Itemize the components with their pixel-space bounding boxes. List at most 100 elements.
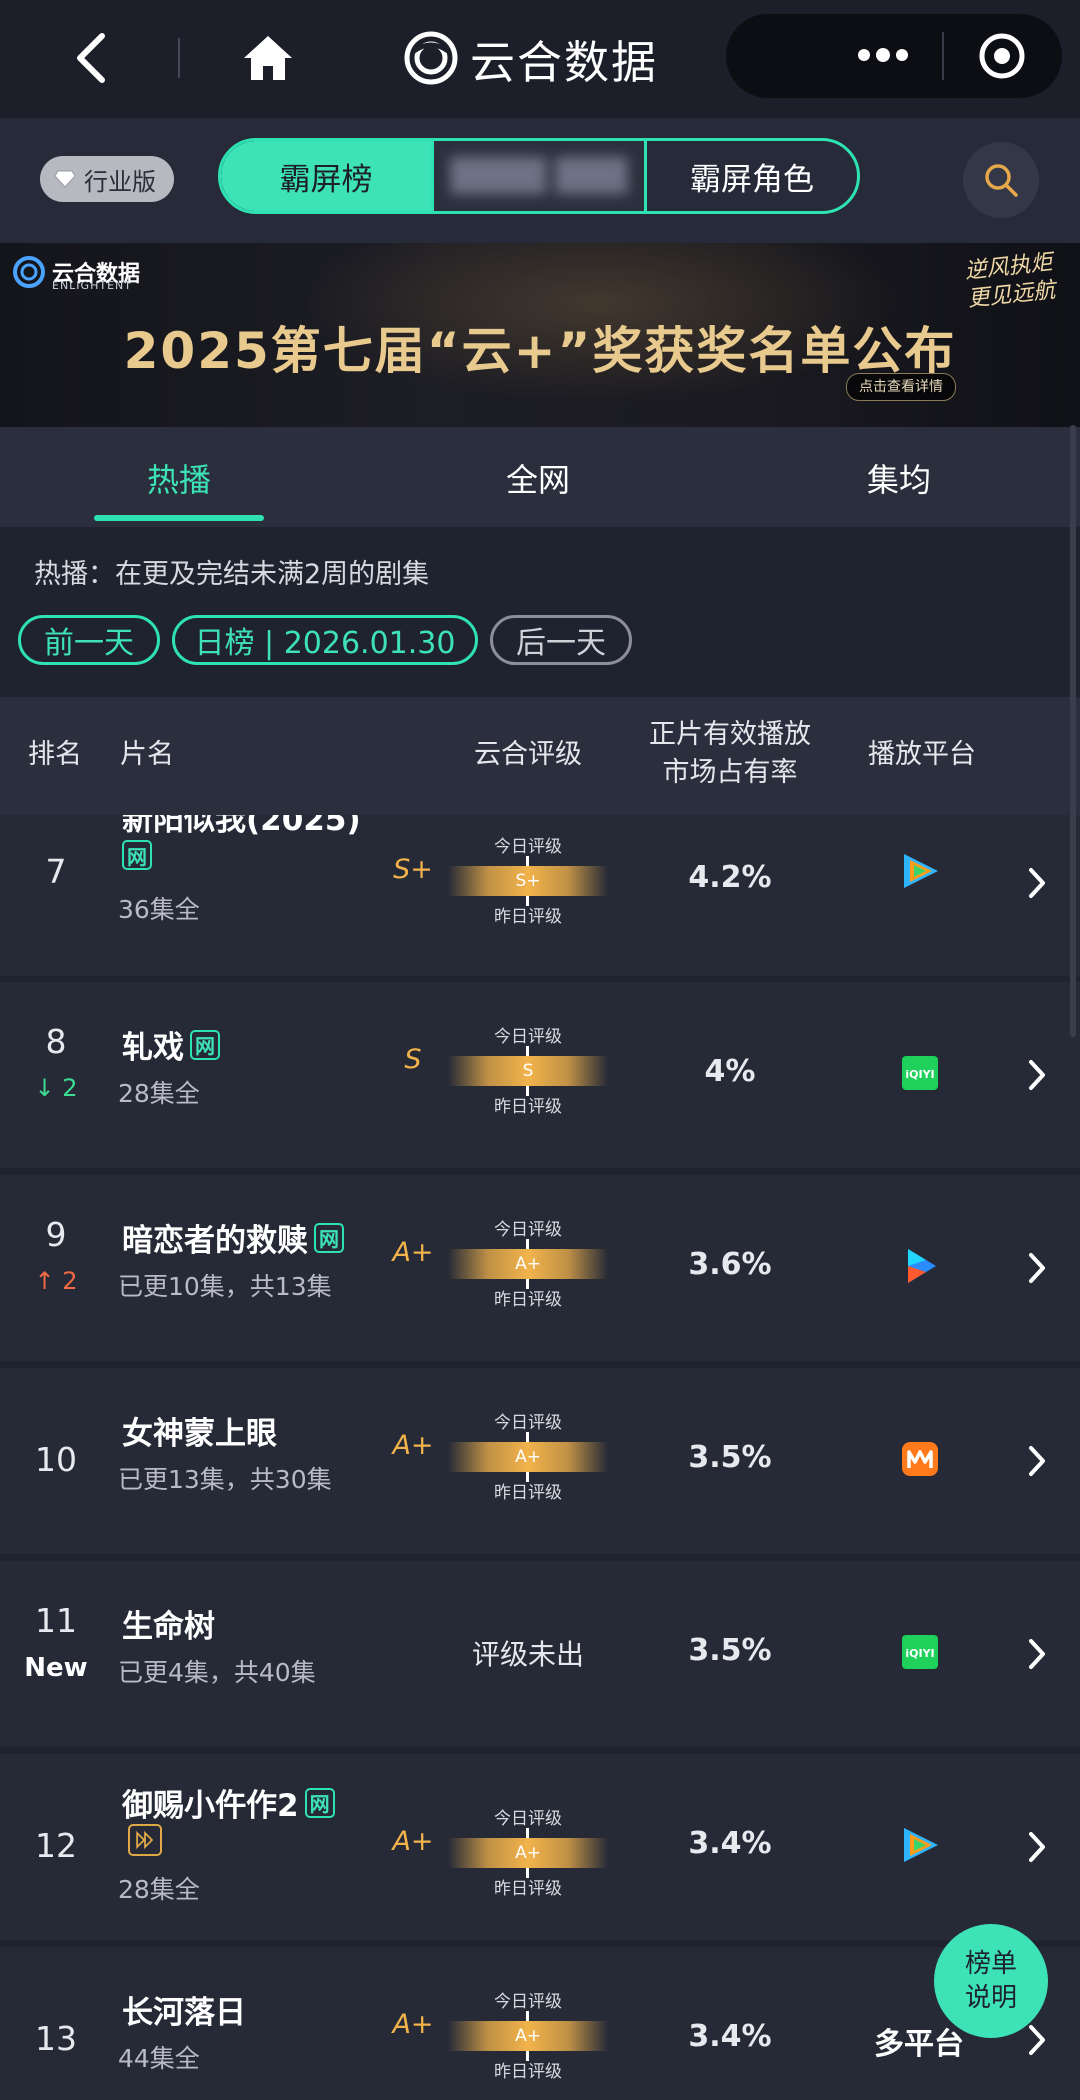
table-header: 排名 片名 云合评级 正片有效播放 市场占有率 播放平台	[0, 697, 1080, 815]
banner-logo: 云合数据 ENLIGHTENT	[12, 255, 140, 292]
close-miniprogram-icon[interactable]	[978, 32, 1026, 80]
ranking-help-button[interactable]: 榜单 说明	[934, 1924, 1048, 2038]
gauge-bar-value: A+	[515, 2026, 541, 2046]
rating-gauge: 今日评级 A+ 昨日评级	[448, 1408, 608, 1508]
table-row[interactable]: 12 御赐小仵作2 网 28集全 A+ 今日评级 A+ 昨日评级 3.4%	[0, 1754, 1080, 1940]
chevron-right-icon[interactable]	[1026, 866, 1048, 900]
rating-gauge: 今日评级 S 昨日评级	[448, 1022, 608, 1122]
gauge-yesterday-label: 昨日评级	[494, 1483, 562, 1503]
header-share-line2: 市场占有率	[662, 757, 798, 788]
youku-icon	[908, 1249, 936, 1283]
episode-status: 已更13集，共30集	[118, 1465, 332, 1494]
market-share: 3.4%	[688, 2019, 772, 2054]
rank-change-up: ↑ 2	[34, 1267, 78, 1295]
show-title-line: 御赐小仵作2 网	[122, 1780, 335, 1825]
market-share: 3.6%	[688, 1247, 772, 1282]
gauge-yesterday-label: 昨日评级	[494, 1290, 562, 1310]
gauge-today-marker	[526, 1432, 529, 1442]
gauge-today-marker	[526, 1046, 529, 1056]
web-drama-badge: 网	[122, 840, 152, 870]
show-title: 生命树	[122, 1609, 215, 1645]
nav-divider	[178, 38, 180, 78]
market-share: 4.2%	[688, 860, 772, 895]
brand-name: 云合数据	[470, 35, 659, 89]
banner-logo-icon	[13, 256, 45, 288]
rating-gauge: 今日评级 A+ 昨日评级	[448, 1987, 608, 2087]
table-row[interactable]: 9 ↑ 2 暗恋者的救赎 网 已更10集，共13集 A+ 今日评级 A+ 昨日评…	[0, 1175, 1080, 1361]
prev-day-button[interactable]: 前一天	[18, 615, 160, 665]
mini-program-capsule	[726, 14, 1062, 98]
scrollbar[interactable]	[1070, 425, 1076, 1037]
show-title-line: 新阳似我(2025)	[122, 815, 361, 839]
more-icon[interactable]	[856, 40, 910, 70]
table-row[interactable]: 11 New 生命树 已更4集，共40集 评级未出 3.5% iQIYI	[0, 1561, 1080, 1747]
show-title-line: 生命树	[122, 1601, 215, 1646]
grade-value: A+	[392, 1430, 434, 1461]
gauge-yesterday-label: 昨日评级	[494, 1097, 562, 1117]
table-row[interactable]: 7 新阳似我(2025) 网 36集全 S+ 今日评级 S+ 昨日评级 4.2%	[0, 815, 1080, 976]
rank-number: 11	[35, 1601, 77, 1640]
chevron-right-icon[interactable]	[1026, 1637, 1048, 1671]
iqiyi-icon: iQIYI	[902, 1056, 938, 1090]
episode-status: 已更10集，共13集	[118, 1272, 332, 1301]
show-badge-line: 网	[122, 840, 152, 870]
show-title: 长河落日	[122, 1995, 246, 2031]
grade-value: A+	[392, 2009, 434, 2040]
chevron-right-icon[interactable]	[1026, 1251, 1048, 1285]
episode-status: 36集全	[118, 895, 200, 924]
episode-status: 28集全	[118, 1079, 200, 1108]
gauge-today-label: 今日评级	[494, 1220, 562, 1240]
svg-text:iQIYI: iQIYI	[905, 1647, 934, 1660]
next-day-button[interactable]: 后一天	[490, 615, 632, 665]
show-title: 轧戏	[122, 1030, 184, 1066]
show-title: 暗恋者的救赎	[122, 1223, 308, 1259]
brand-logo-icon	[404, 31, 458, 85]
date-selector[interactable]: 日榜 | 2026.01.30	[172, 615, 478, 665]
gauge-yesterday-label: 昨日评级	[494, 1879, 562, 1899]
banner-cta[interactable]: 点击查看详情	[846, 373, 956, 401]
episode-status: 44集全	[118, 2044, 200, 2073]
table-row[interactable]: 8 ↓ 2 轧戏 网 28集全 S 今日评级 S 昨日评级 4% iQIYI	[0, 982, 1080, 1168]
gauge-bar-value: A+	[515, 1254, 541, 1274]
segment-screen-roles[interactable]: 霸屏角色	[647, 141, 857, 211]
tencent-video-icon	[904, 1828, 938, 1862]
industry-edition-badge[interactable]: 行业版	[40, 156, 174, 202]
search-button[interactable]	[963, 142, 1039, 218]
chevron-right-icon[interactable]	[1026, 1058, 1048, 1092]
header-rating: 云合评级	[474, 739, 582, 770]
grade-value: A+	[392, 1826, 434, 1857]
web-drama-badge: 网	[304, 1787, 335, 1818]
gauge-bar-value: A+	[515, 1447, 541, 1467]
show-title: 新阳似我(2025)	[122, 815, 361, 838]
chevron-right-icon[interactable]	[1026, 1830, 1048, 1864]
grade-value: S+	[393, 854, 433, 885]
promo-banner[interactable]: 云合数据 ENLIGHTENT 2025第七届“云+”奖获奖名单公布 逆风执炬 …	[0, 243, 1080, 427]
chevron-right-icon[interactable]	[1026, 1444, 1048, 1478]
table-row[interactable]: 10 女神蒙上眼 已更13集，共30集 A+ 今日评级 A+ 昨日评级 3.5%	[0, 1368, 1080, 1554]
rank-new-badge: New	[24, 1653, 88, 1683]
tab-all-network[interactable]: 全网	[506, 455, 570, 501]
chevron-right-icon[interactable]	[1026, 2023, 1048, 2057]
ranking-type-switch: 霸屏榜 ████ ███ 霸屏角色	[218, 138, 860, 214]
tab-indicator	[94, 515, 264, 521]
market-share: 3.4%	[688, 1826, 772, 1861]
gauge-bar-value: S	[522, 1061, 534, 1081]
gauge-yesterday-label: 昨日评级	[494, 2062, 562, 2082]
filter-row: 行业版 霸屏榜 ████ ███ 霸屏角色	[0, 118, 1080, 243]
iqiyi-icon: iQIYI	[902, 1635, 938, 1669]
home-icon[interactable]	[240, 30, 296, 86]
capsule-divider	[942, 32, 944, 80]
tab-hot[interactable]: 热播	[147, 455, 211, 501]
tab-per-episode[interactable]: 集均	[867, 455, 931, 501]
show-title-line: 女神蒙上眼	[122, 1408, 277, 1453]
table-row[interactable]: 13 长河落日 44集全 A+ 今日评级 A+ 昨日评级 3.4% 多平台	[0, 1947, 1080, 2100]
rank-number: 12	[35, 1826, 77, 1865]
header-platform: 播放平台	[868, 739, 976, 770]
segment-screen-dominance[interactable]: 霸屏榜	[221, 141, 431, 211]
gauge-today-label: 今日评级	[494, 1809, 562, 1829]
gauge-today-marker	[526, 856, 529, 866]
back-icon[interactable]	[68, 30, 118, 86]
segment-obscured[interactable]: ████ ███	[431, 141, 647, 211]
show-title-line: 暗恋者的救赎 网	[122, 1215, 344, 1260]
rating-gauge: 今日评级 A+ 昨日评级	[448, 1215, 608, 1315]
